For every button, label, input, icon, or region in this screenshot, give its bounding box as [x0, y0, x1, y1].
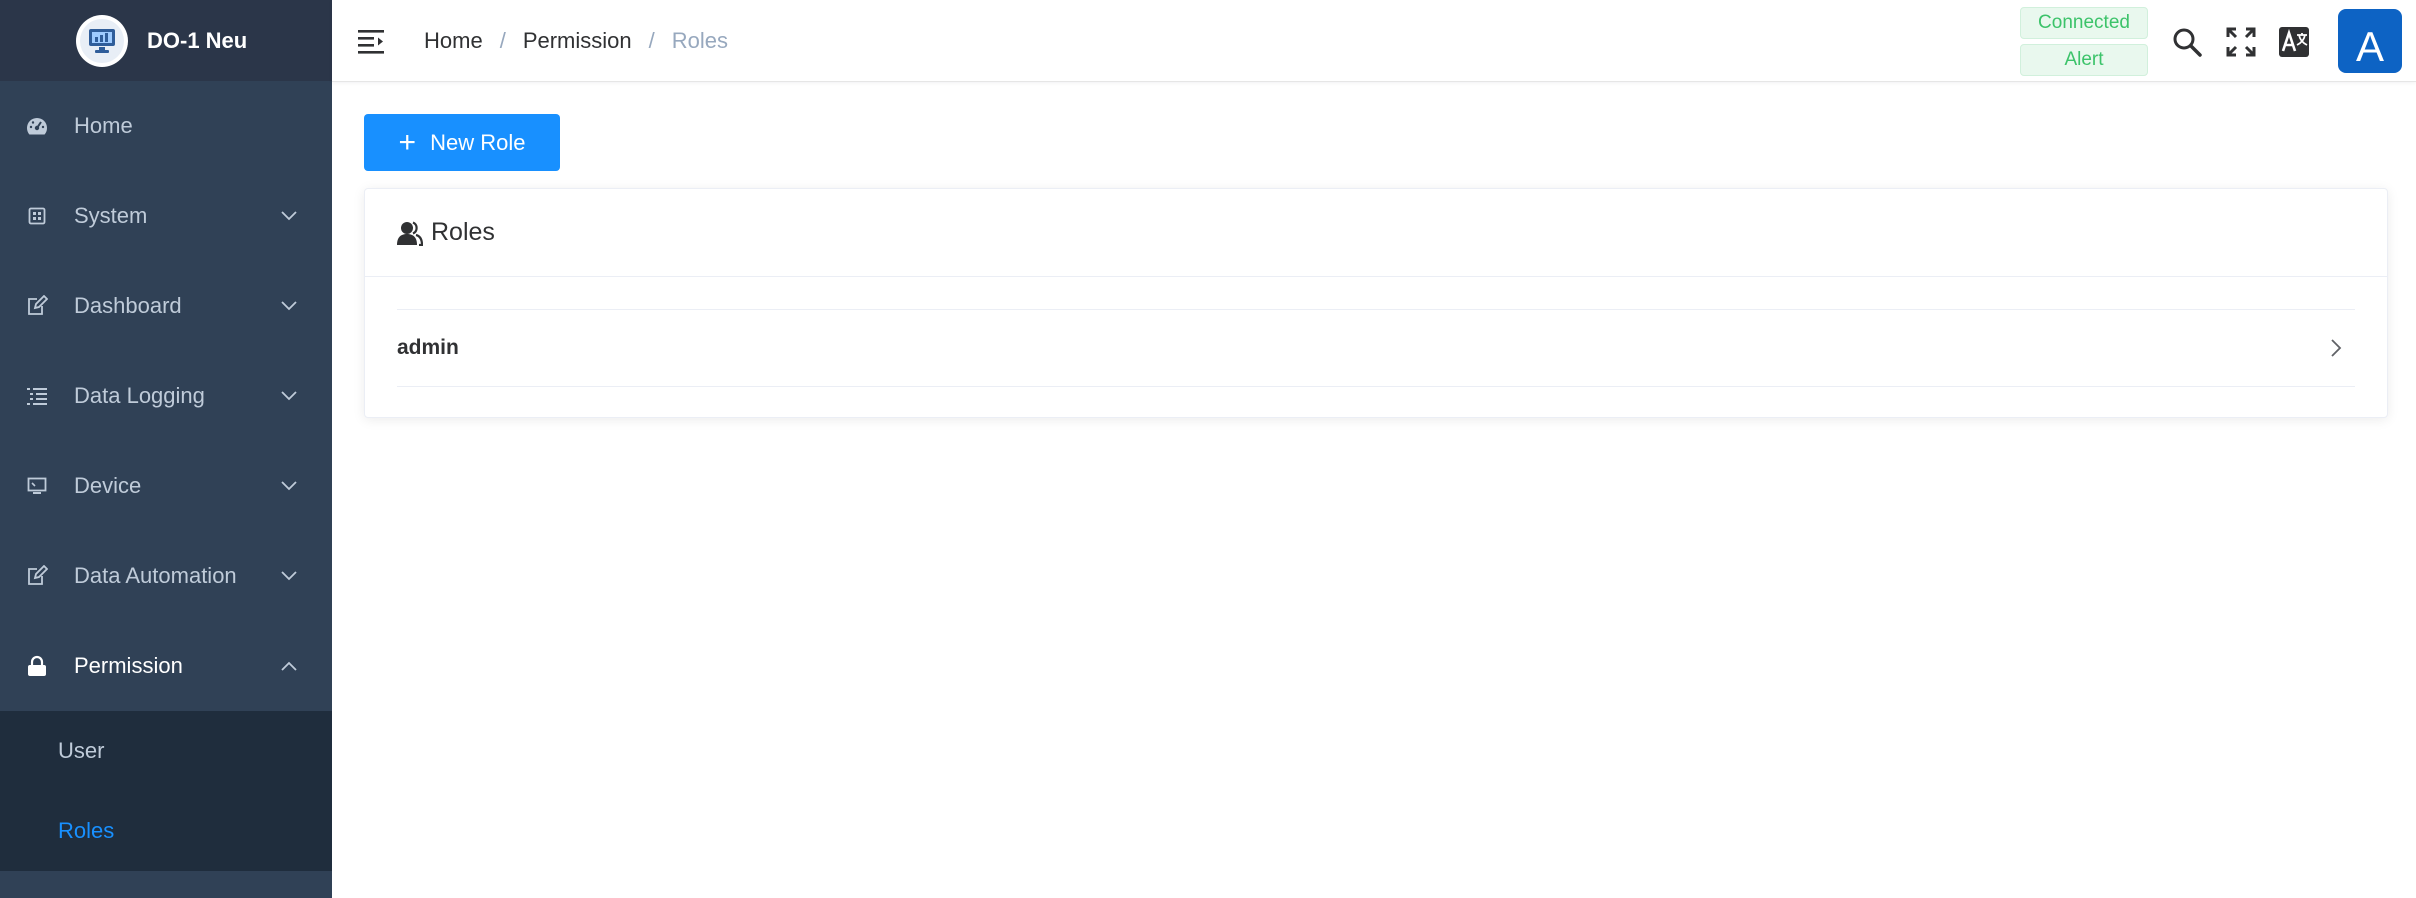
- sidebar-item-label: Data Logging: [74, 383, 205, 408]
- sidebar-item-label: System: [74, 203, 148, 228]
- brand-title: DO-1 Neu: [147, 27, 248, 53]
- breadcrumb-home[interactable]: Home: [424, 28, 483, 54]
- breadcrumb-permission[interactable]: Permission: [523, 28, 632, 54]
- system-chip-icon: [25, 204, 49, 228]
- avatar[interactable]: A: [2338, 9, 2402, 73]
- sidebar-item-label: Home: [74, 113, 133, 138]
- breadcrumb-separator: /: [499, 28, 506, 53]
- top-navbar: Home / Permission / Roles Connected Aler…: [332, 0, 2416, 82]
- sidebar-item-label: Device: [74, 473, 142, 498]
- list-icon: [25, 384, 49, 408]
- chevron-down-icon: [281, 211, 297, 221]
- sidebar-item-home[interactable]: Home: [0, 81, 332, 171]
- plus-icon: +: [398, 125, 417, 159]
- fullscreen-icon[interactable]: [2225, 26, 2257, 58]
- language-translate-icon[interactable]: [2278, 26, 2310, 58]
- list-item[interactable]: admin: [397, 309, 2355, 387]
- dashboard-gauge-icon: [25, 114, 49, 138]
- breadcrumb: Home / Permission / Roles: [424, 28, 728, 54]
- search-icon[interactable]: [2171, 26, 2203, 58]
- sidebar-item-permission[interactable]: Permission: [0, 621, 332, 711]
- chevron-down-icon: [281, 391, 297, 401]
- chevron-down-icon: [281, 571, 297, 581]
- breadcrumb-roles: Roles: [671, 28, 728, 53]
- sidebar-item-device[interactable]: Device: [0, 441, 332, 531]
- status-badge-connected: Connected: [2020, 7, 2148, 39]
- sidebar-subitem-user[interactable]: User: [0, 711, 332, 791]
- sidebar-item-label: Permission: [74, 653, 183, 678]
- edit-icon: [25, 564, 49, 588]
- sidebar-item-data-automation[interactable]: Data Automation: [0, 531, 332, 621]
- new-role-button[interactable]: + New Role: [364, 114, 560, 171]
- sidebar-item-label: Dashboard: [74, 293, 182, 318]
- chevron-up-icon: [281, 661, 297, 671]
- sidebar-item-label: Data Automation: [74, 563, 237, 588]
- brand-logo-icon: [76, 14, 128, 67]
- roles-card: Roles admin: [364, 188, 2388, 418]
- sidebar-toggle-icon[interactable]: [358, 28, 386, 54]
- breadcrumb-separator: /: [648, 28, 655, 53]
- chevron-down-icon: [281, 301, 297, 311]
- monitor-icon: [25, 474, 49, 498]
- sidebar-item-system[interactable]: System: [0, 171, 332, 261]
- card-title: Roles: [431, 218, 495, 246]
- chevron-right-icon: [2331, 339, 2342, 357]
- users-icon: [397, 220, 423, 246]
- permission-submenu: User Roles: [0, 711, 332, 871]
- sidebar-subitem-roles[interactable]: Roles: [0, 791, 332, 871]
- new-role-label: New Role: [430, 129, 526, 155]
- role-name: admin: [397, 336, 459, 359]
- lock-icon: [25, 654, 49, 678]
- edit-icon: [25, 294, 49, 318]
- sidebar-item-dashboard[interactable]: Dashboard: [0, 261, 332, 351]
- card-header: Roles: [365, 189, 2387, 277]
- sidebar: DO-1 Neu Home System Dashboard Data Logg…: [0, 0, 332, 898]
- sidebar-item-data-logging[interactable]: Data Logging: [0, 351, 332, 441]
- brand-header[interactable]: DO-1 Neu: [0, 0, 332, 81]
- status-badge-alert[interactable]: Alert: [2020, 44, 2148, 76]
- chevron-down-icon: [281, 481, 297, 491]
